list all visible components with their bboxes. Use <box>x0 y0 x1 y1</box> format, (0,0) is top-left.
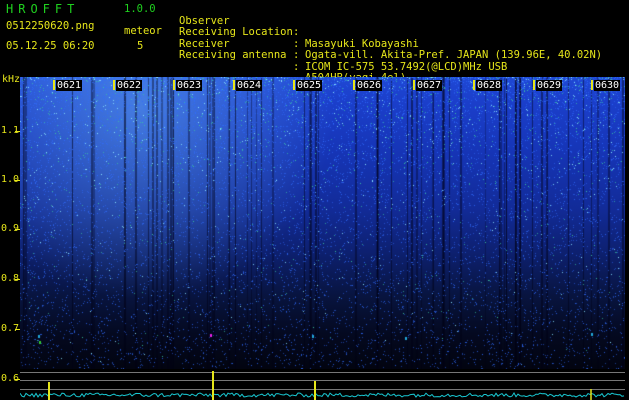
time-label: 0623 <box>176 80 203 91</box>
capture-filename: 0512250620.png <box>6 20 95 32</box>
spectrogram <box>20 77 625 369</box>
info-antenna: Receiving antenna : A504HB(yagi 4el) <box>179 39 406 83</box>
y-unit-label: kHz <box>2 74 21 85</box>
time-label: 0622 <box>116 80 143 91</box>
time-label: 0625 <box>296 80 323 91</box>
info-observer: Observer : Masayuki Kobayashi <box>179 14 419 50</box>
info-location: Receiving Location : Ogata-vill. Akita-P… <box>179 26 603 61</box>
meteor-count: 5 <box>137 40 144 52</box>
time-label: 0624 <box>236 80 263 91</box>
capture-datetime: 05.12.25 06:20 <box>6 40 95 52</box>
meteor-label: meteor <box>124 25 162 37</box>
time-label: 0626 <box>356 80 383 91</box>
station-info: Observer : Masayuki Kobayashi Receiving … <box>179 4 603 84</box>
y-axis: kHz 1.1 1.0 0.9 0.8 0.7 0.6 <box>0 74 21 400</box>
spectrogram-noise <box>20 77 625 369</box>
time-label: 0627 <box>416 80 443 91</box>
time-label: 0621 <box>56 80 83 91</box>
info-key: Receiving antenna <box>179 49 287 61</box>
info-receiver: Receiver : ICOM IC-575 53.7492(@LCD)MHz … <box>179 37 508 73</box>
header-panel: HROFFT 1.0.0 0512250620.png meteor 05.12… <box>0 0 629 84</box>
time-label: 0630 <box>594 80 621 91</box>
time-label: 0628 <box>476 80 503 91</box>
time-label: 0629 <box>536 80 563 91</box>
app-title: HROFFT <box>6 2 80 16</box>
signal-waveform <box>20 371 625 400</box>
info-value: Ogata-vill. Akita-Pref. JAPAN (139.96E, … <box>305 49 603 61</box>
app-version: 1.0.0 <box>124 3 156 15</box>
